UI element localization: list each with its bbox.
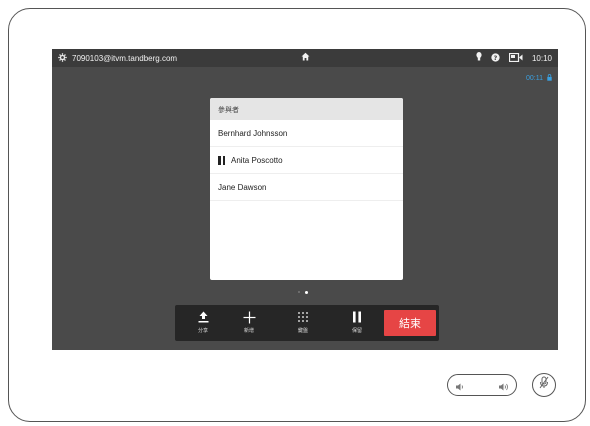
lock-icon (547, 74, 552, 83)
home-icon[interactable] (301, 52, 310, 63)
help-icon[interactable]: ? (491, 52, 500, 64)
participant-row[interactable]: Anita Poscotto (210, 147, 403, 174)
participants-panel: 參與者 Bernhard Johnsson Anita Poscotto Jan… (210, 98, 403, 280)
clock: 10:10 (531, 53, 552, 63)
camera-icon[interactable] (508, 52, 523, 64)
page-dot-active[interactable] (305, 290, 308, 294)
keypad-button[interactable]: 鍵盤 (285, 309, 321, 337)
svg-text:?: ? (494, 55, 498, 62)
keypad-icon (285, 309, 321, 325)
participants-panel-title: 參與者 (210, 98, 403, 120)
sip-address: 7090103@itvm.tandberg.com (72, 54, 178, 63)
pause-icon (339, 309, 375, 325)
end-call-button[interactable]: 結束 (384, 310, 436, 336)
upload-icon (185, 309, 221, 325)
hold-button[interactable]: 保留 (339, 309, 375, 337)
participant-row[interactable]: Bernhard Johnsson (210, 120, 403, 147)
gear-icon[interactable] (58, 53, 67, 64)
touch-screen: 7090103@itvm.tandberg.com ? 10:10 00:11 … (52, 49, 558, 350)
lightbulb-icon[interactable] (476, 52, 482, 64)
share-button[interactable]: 分享 (185, 309, 221, 337)
mute-button[interactable] (532, 373, 556, 397)
volume-rocker (447, 374, 517, 396)
pause-icon (218, 155, 225, 165)
participant-name: Bernhard Johnsson (218, 128, 288, 138)
speaker-high-icon[interactable] (498, 379, 510, 397)
call-duration: 00:11 (526, 75, 543, 82)
add-button[interactable]: 新增 (231, 309, 267, 337)
microphone-muted-icon (538, 376, 550, 394)
share-label: 分享 (197, 328, 208, 334)
participant-name: Jane Dawson (218, 182, 267, 192)
speaker-low-icon[interactable] (455, 379, 465, 397)
page-indicator (298, 290, 308, 294)
status-bar: 7090103@itvm.tandberg.com ? 10:10 (52, 49, 558, 67)
page-dot[interactable] (298, 291, 300, 293)
call-timer: 00:11 (526, 74, 552, 83)
plus-icon (231, 309, 267, 325)
participant-row[interactable]: Jane Dawson (210, 174, 403, 201)
hold-label: 保留 (351, 328, 362, 334)
call-control-bar: 分享 新增 鍵盤 保留 結束 (175, 305, 439, 341)
keypad-label: 鍵盤 (297, 328, 308, 334)
add-label: 新增 (243, 328, 254, 334)
participant-name: Anita Poscotto (231, 155, 283, 165)
